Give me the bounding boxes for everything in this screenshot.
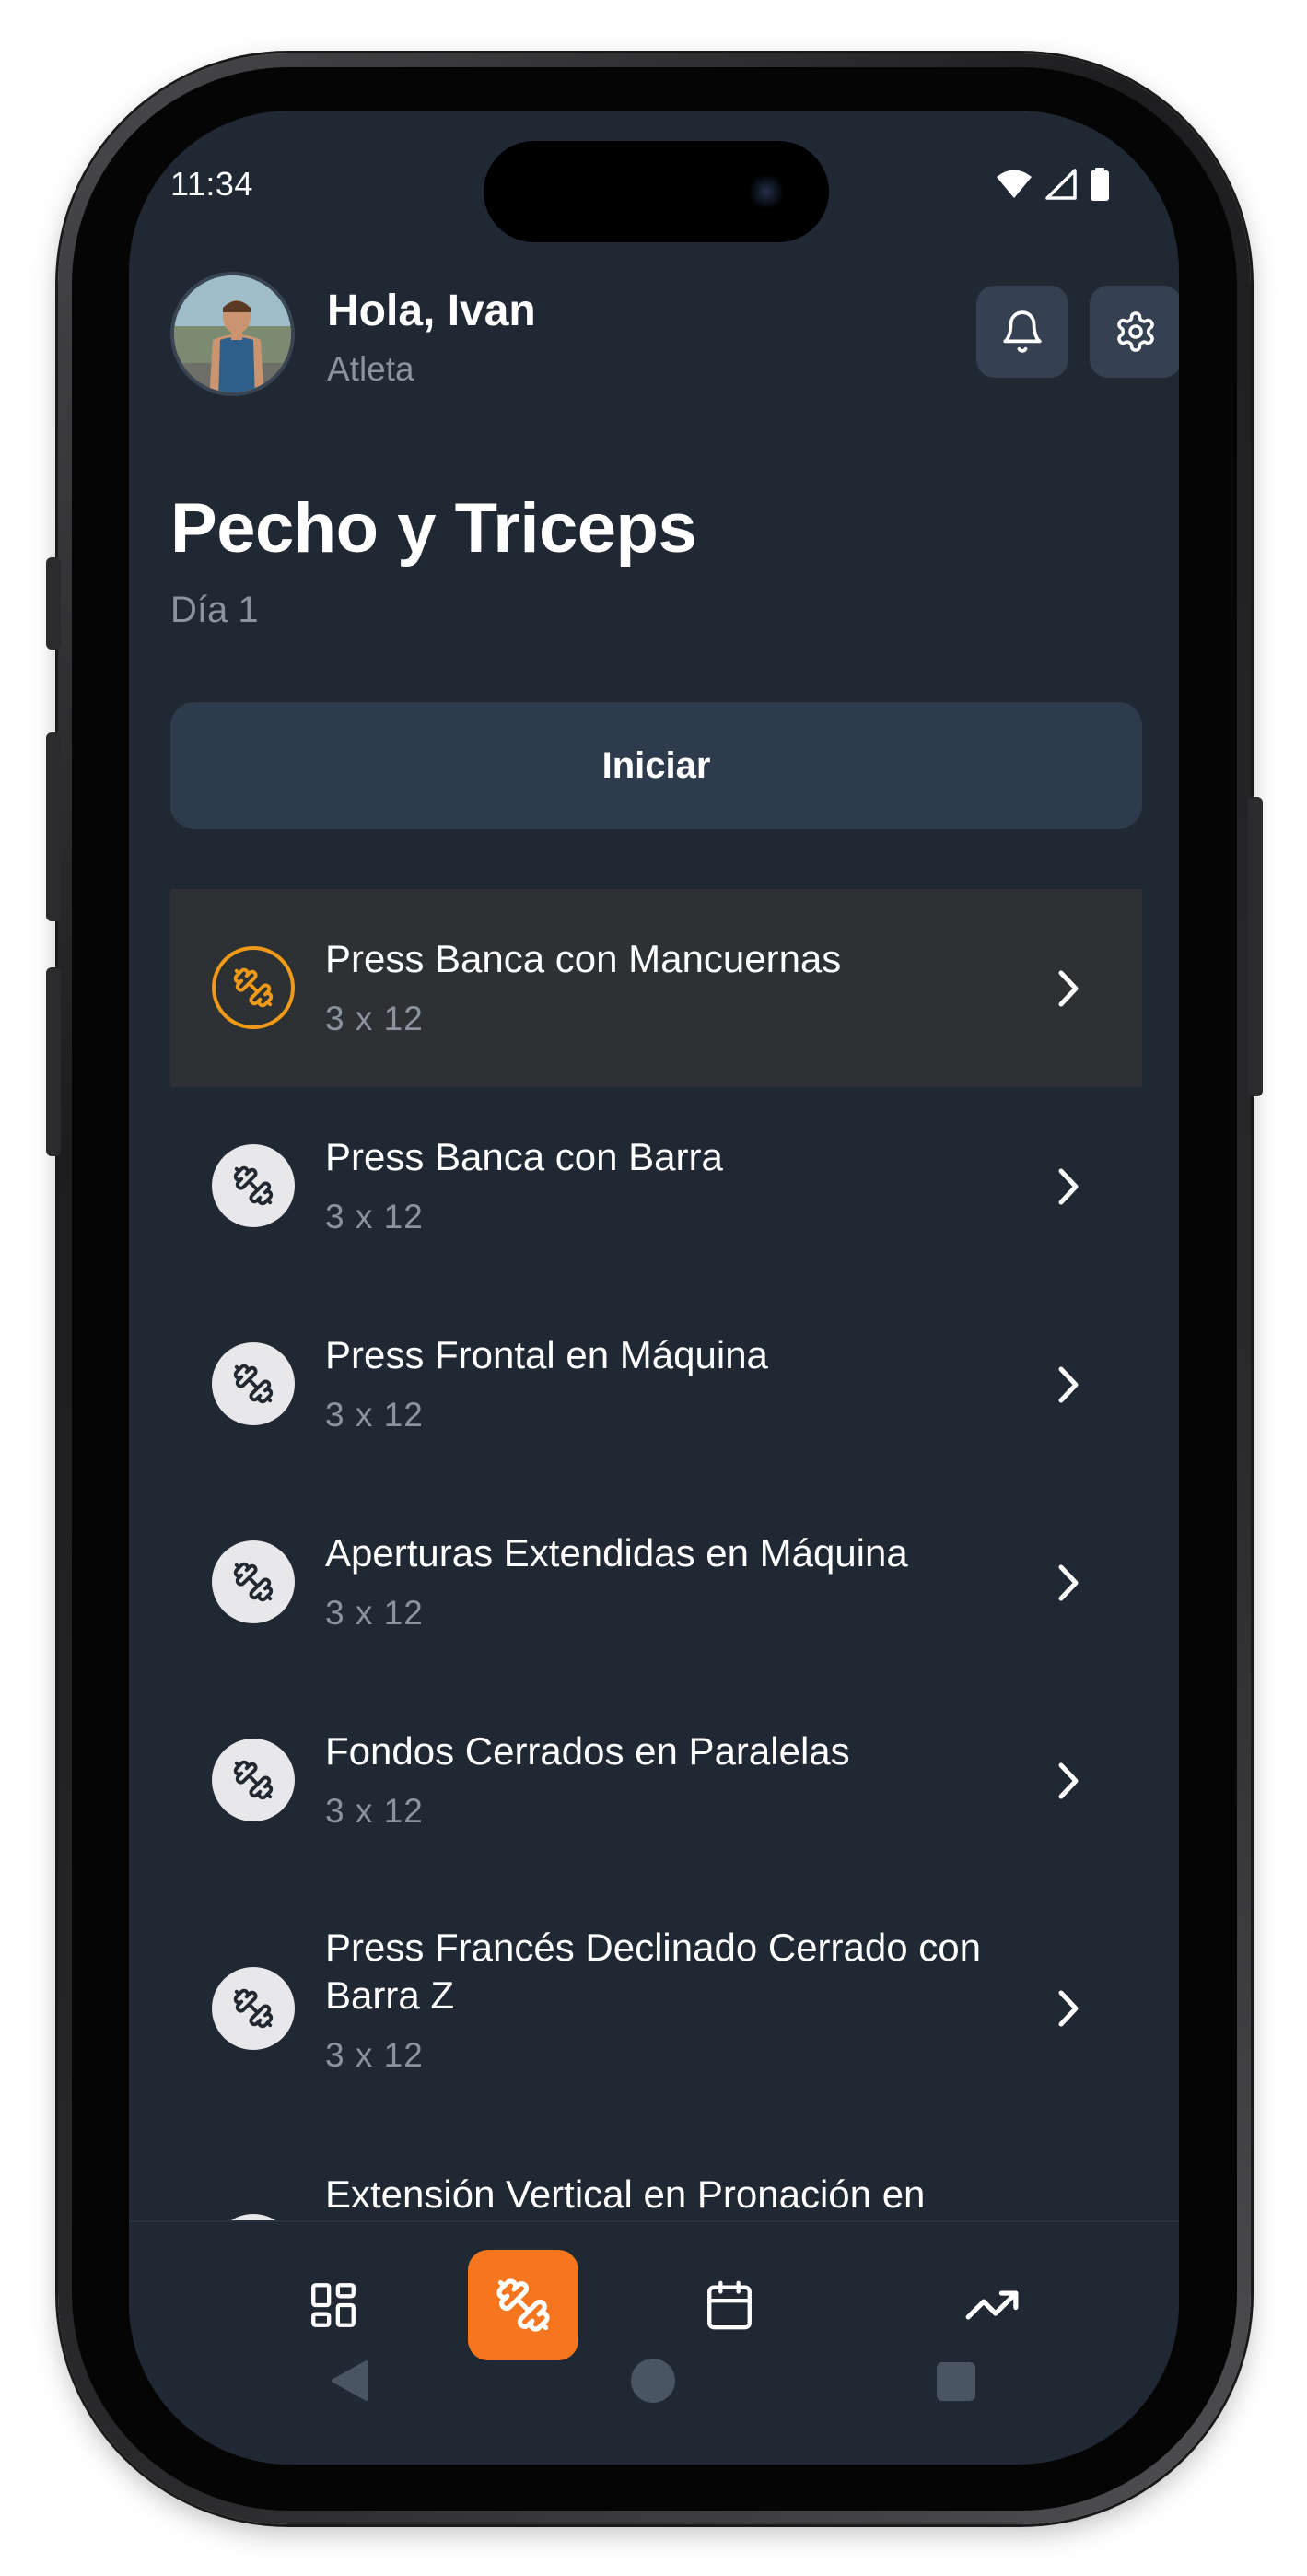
battery-icon xyxy=(1091,168,1109,201)
exercise-name: Aperturas Extendidas en Máquina xyxy=(325,1531,908,1575)
exercise-item[interactable]: Press Banca con Mancuernas 3 x 12 xyxy=(170,889,1142,1087)
exercise-item[interactable]: Extensión Vertical en Pronación en xyxy=(170,2126,1142,2230)
exercise-item[interactable]: Fondos Cerrados en Paralelas 3 x 12 xyxy=(170,1681,1142,1879)
exercise-sets: 3 x 12 xyxy=(325,1396,424,1434)
status-bar: 11:34 xyxy=(129,157,1179,212)
recents-icon[interactable] xyxy=(937,2362,975,2401)
exercise-sets: 3 x 12 xyxy=(325,1000,424,1037)
exercise-icon xyxy=(212,1342,295,1425)
exercise-name: Press Francés Declinado Cerrado con Barr… xyxy=(325,1926,981,2017)
start-workout-button[interactable]: Iniciar xyxy=(170,702,1142,829)
header: Hola, Ivan Atleta xyxy=(170,272,1179,401)
exercise-item[interactable]: Press Francés Declinado Cerrado con Barr… xyxy=(170,1879,1142,2126)
exercise-name: Press Banca con Barra xyxy=(325,1135,723,1178)
settings-button[interactable] xyxy=(1090,286,1179,378)
exercise-icon xyxy=(212,1739,295,1821)
back-icon[interactable] xyxy=(330,2359,370,2403)
exercise-icon xyxy=(212,1540,295,1623)
nav-calendar[interactable] xyxy=(674,2250,785,2360)
exercise-sets: 3 x 12 xyxy=(325,1792,424,1830)
status-icons xyxy=(996,168,1110,201)
user-role: Atleta xyxy=(327,350,414,388)
trending-up-icon xyxy=(965,2290,1019,2320)
dumbbell-icon xyxy=(233,1165,274,1206)
exercise-item[interactable]: Aperturas Extendidas en Máquina 3 x 12 xyxy=(170,1483,1142,1681)
exercise-list: Press Banca con Mancuernas 3 x 12 Press … xyxy=(170,889,1142,2230)
status-time: 11:34 xyxy=(170,165,253,203)
exercise-item[interactable]: Press Banca con Barra 3 x 12 xyxy=(170,1087,1142,1285)
nav-dashboard[interactable] xyxy=(278,2250,389,2360)
exercise-sets: 3 x 12 xyxy=(325,2036,424,2074)
dumbbell-icon xyxy=(233,1760,274,1800)
exercise-icon xyxy=(212,1967,295,2050)
dumbbell-icon xyxy=(496,2278,550,2332)
calendar-icon xyxy=(707,2280,752,2330)
app-screen: 11:34 Hola, Ivan Atleta Pecho y Triceps … xyxy=(129,111,1179,2465)
bell-icon xyxy=(1003,310,1042,353)
dumbbell-icon xyxy=(233,1562,274,1602)
exercise-name: Extensión Vertical en Pronación en xyxy=(325,2172,926,2216)
home-icon[interactable] xyxy=(631,2359,675,2403)
gear-icon xyxy=(1117,311,1154,352)
exercise-icon xyxy=(212,1144,295,1227)
chevron-right-icon xyxy=(1058,1168,1079,1205)
exercise-sets: 3 x 12 xyxy=(325,1198,424,1235)
dashboard-grid-icon xyxy=(311,2283,356,2327)
user-greeting: Hola, Ivan xyxy=(327,287,536,335)
system-navigation xyxy=(129,2359,1179,2432)
chevron-right-icon xyxy=(1058,1990,1079,2027)
power-button xyxy=(1248,797,1263,1096)
volume-up-button xyxy=(46,732,61,921)
exercise-name: Fondos Cerrados en Paralelas xyxy=(325,1729,850,1773)
avatar-photo xyxy=(174,275,291,392)
avatar[interactable] xyxy=(170,272,295,396)
dumbbell-icon xyxy=(233,967,274,1008)
wifi-icon xyxy=(997,170,1032,198)
chevron-right-icon xyxy=(1058,970,1079,1007)
exercise-name: Press Banca con Mancuernas xyxy=(325,937,842,980)
chevron-right-icon xyxy=(1058,1366,1079,1403)
workout-day: Día 1 xyxy=(170,590,259,630)
exercise-icon xyxy=(212,946,295,1029)
exercise-name: Press Frontal en Máquina xyxy=(325,1333,768,1376)
notifications-button[interactable] xyxy=(976,286,1068,378)
exercise-sets: 3 x 12 xyxy=(325,1594,424,1632)
action-button xyxy=(46,557,61,650)
chevron-right-icon xyxy=(1058,1564,1079,1601)
workout-title: Pecho y Triceps xyxy=(170,489,697,568)
cellular-signal-icon xyxy=(1045,169,1077,200)
dumbbell-icon xyxy=(233,1364,274,1404)
volume-down-button xyxy=(46,967,61,1156)
chevron-right-icon xyxy=(1058,1762,1079,1799)
nav-workout[interactable] xyxy=(468,2250,578,2360)
exercise-item[interactable]: Press Frontal en Máquina 3 x 12 xyxy=(170,1285,1142,1483)
nav-progress[interactable] xyxy=(937,2250,1047,2360)
dumbbell-icon xyxy=(233,1988,274,2029)
